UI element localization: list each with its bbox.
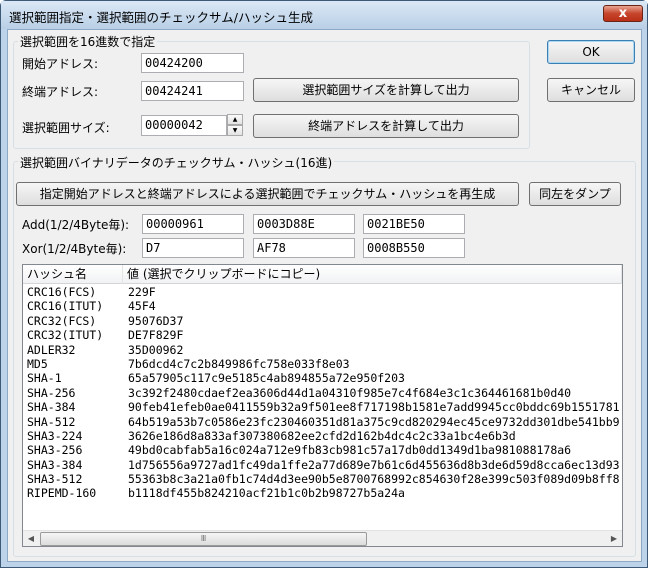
range-size-spinner: ▲ ▼ [227,114,243,136]
hash-name-cell: CRC32(ITUT) [27,328,104,343]
table-row[interactable]: CRC16(FCS) 229F [23,285,622,299]
window-title: 選択範囲指定・選択範囲のチェックサム/ハッシュ生成 [9,10,313,25]
hash-name-cell: SHA-512 [27,414,76,429]
range-group-label: 選択範囲を16進数で指定 [18,33,158,50]
hash-name-cell: CRC16(FCS) [27,285,97,299]
hash-value-cell[interactable]: DE7F829F [128,328,183,342]
start-address-input[interactable]: 00424200 [141,53,244,73]
regenerate-button[interactable]: 指定開始アドレスと終端アドレスによる選択範囲でチェックサム・ハッシュを再生成 [16,182,519,206]
end-address-label: 終端アドレス: [22,85,99,99]
table-row[interactable]: CRC32(FCS) 95076D37 [23,314,622,328]
hash-name-cell: SHA-1 [27,371,62,386]
hash-name-cell: SHA3-224 [27,428,83,443]
add-2byte-value[interactable]: 0003D88E [253,214,355,234]
hash-list-rows: CRC16(FCS) 229F CRC16(ITUT) 45F4 CRC32(FCS) 9… [23,285,622,530]
table-row[interactable]: SHA3-256 49bd0cabfab5a16c024a712e9fb83cb9… [23,443,622,457]
hash-value-cell[interactable]: 64b519a53b7c0586e23fc230460351d81a375c9c… [128,415,620,429]
checksum-group-label: 選択範囲バイナリデータのチェックサム・ハッシュ(16進) [18,154,335,171]
add-label: Add(1/2/4Byte毎): [22,218,130,232]
hash-name-cell: MD5 [27,356,48,371]
hash-list-header: ハッシュ名 値 (選択でクリップボードにコピー) [23,265,622,284]
table-row[interactable]: ADLER32 35D00962 [23,343,622,357]
hash-value-cell[interactable]: 65a57905c117c9e5185c4ab894855a72e950f203 [128,371,405,385]
xor-1byte-value[interactable]: D7 [142,238,244,258]
table-row[interactable]: SHA3-224 3626e186d8a833af307380682ee2cfd2… [23,429,622,443]
hash-list[interactable]: ハッシュ名 値 (選択でクリップボードにコピー) CRC16(FCS) 229F C… [22,264,623,547]
hash-value-cell[interactable]: 95076D37 [128,314,183,328]
hash-name-cell: CRC16(ITUT) [27,299,104,314]
hash-name-cell: SHA3-512 [27,472,83,487]
table-row[interactable]: SHA-256 3c392f2480cdaef2ea3606d44d1a04310… [23,386,622,400]
xor-2byte-value[interactable]: AF78 [253,238,355,258]
title-bar[interactable]: 選択範囲指定・選択範囲のチェックサム/ハッシュ生成 x [1,1,647,29]
scroll-right-icon[interactable]: ▶ [606,531,622,547]
xor-label: Xor(1/2/4Byte毎): [22,242,127,256]
table-row[interactable]: SHA3-384 1d756556a9727ad1fc49da1ffe2a77d6… [23,458,622,472]
table-row[interactable]: SHA-512 64b519a53b7c0586e23fc230460351d81… [23,415,622,429]
calc-size-button[interactable]: 選択範囲サイズを計算して出力 [253,78,519,102]
spinner-up-icon[interactable]: ▲ [227,114,243,125]
hash-name-cell: ADLER32 [27,342,76,357]
horizontal-scrollbar[interactable]: ◀ Ⅲ ▶ [23,530,622,546]
range-size-label: 選択範囲サイズ: [22,121,110,135]
add-4byte-value[interactable]: 0021BE50 [363,214,465,234]
table-row[interactable]: SHA-384 90feb41efeb0ae0411559b32a9f501ee8… [23,400,622,414]
hash-name-cell: RIPEMD-160 [27,486,97,501]
xor-4byte-value[interactable]: 0008B550 [363,238,465,258]
hash-value-cell[interactable]: 229F [128,285,156,299]
hash-value-cell[interactable]: 49bd0cabfab5a16c024a712e9fb83cb981c57a17… [128,443,571,457]
dialog-window: 選択範囲指定・選択範囲のチェックサム/ハッシュ生成 x 選択範囲を16進数で指定… [0,0,648,568]
table-row[interactable]: CRC32(ITUT) DE7F829F [23,328,622,342]
table-row[interactable]: RIPEMD-160 b1118df455b824210acf21b1c0b2b9… [23,486,622,500]
start-address-label: 開始アドレス: [22,57,99,71]
end-address-input[interactable]: 00424241 [141,81,244,101]
hash-name-cell: CRC32(FCS) [27,313,97,328]
hash-name-cell: SHA-256 [27,385,76,400]
ok-button[interactable]: OK [547,40,635,64]
hash-value-cell[interactable]: 45F4 [128,299,156,313]
scroll-left-icon[interactable]: ◀ [23,531,39,547]
range-size-input[interactable]: 00000042 [141,115,227,136]
column-header-value[interactable]: 値 (選択でクリップボードにコピー) [123,265,622,284]
table-row[interactable]: SHA3-512 55363b8c3a21a0fb1c74d4d3ee90b5e8… [23,472,622,486]
hash-value-cell[interactable]: 55363b8c3a21a0fb1c74d4d3ee90b5e870076899… [128,472,620,486]
hash-value-cell[interactable]: b1118df455b824210acf21b1c0b2b98727b5a24a [128,486,405,500]
hash-name-cell: SHA3-256 [27,443,83,458]
dump-button[interactable]: 同左をダンプ [529,182,621,206]
cancel-button[interactable]: キャンセル [547,78,635,102]
scroll-thumb[interactable]: Ⅲ [40,532,367,546]
hash-name-cell: SHA3-384 [27,457,83,472]
hash-value-cell[interactable]: 3c392f2480cdaef2ea3606d44d1a04310f985e7c… [128,386,571,400]
table-row[interactable]: CRC16(ITUT) 45F4 [23,299,622,313]
column-header-hash-name[interactable]: ハッシュ名 [23,265,123,284]
calc-end-address-button[interactable]: 終端アドレスを計算して出力 [253,114,519,138]
table-row[interactable]: SHA-1 65a57905c117c9e5185c4ab894855a72e95… [23,371,622,385]
add-1byte-value[interactable]: 00000961 [142,214,244,234]
close-button[interactable]: x [603,5,643,22]
dialog-client-area: 選択範囲を16進数で指定 開始アドレス: 00424200 終端アドレス: 00… [7,29,642,562]
hash-name-cell: SHA-384 [27,400,76,415]
spinner-down-icon[interactable]: ▼ [227,125,243,136]
hash-value-cell[interactable]: 1d756556a9727ad1fc49da1ffe2a77d689e7b61c… [128,458,620,472]
hash-value-cell[interactable]: 90feb41efeb0ae0411559b32a9f501ee8f717198… [128,400,620,414]
table-row[interactable]: MD5 7b6dcd4c7c2b849986fc758e033f8e03 [23,357,622,371]
hash-value-cell[interactable]: 35D00962 [128,343,183,357]
hash-value-cell[interactable]: 7b6dcd4c7c2b849986fc758e033f8e03 [128,357,350,371]
hash-value-cell[interactable]: 3626e186d8a833af307380682ee2cfd2d162b4dc… [128,429,516,443]
